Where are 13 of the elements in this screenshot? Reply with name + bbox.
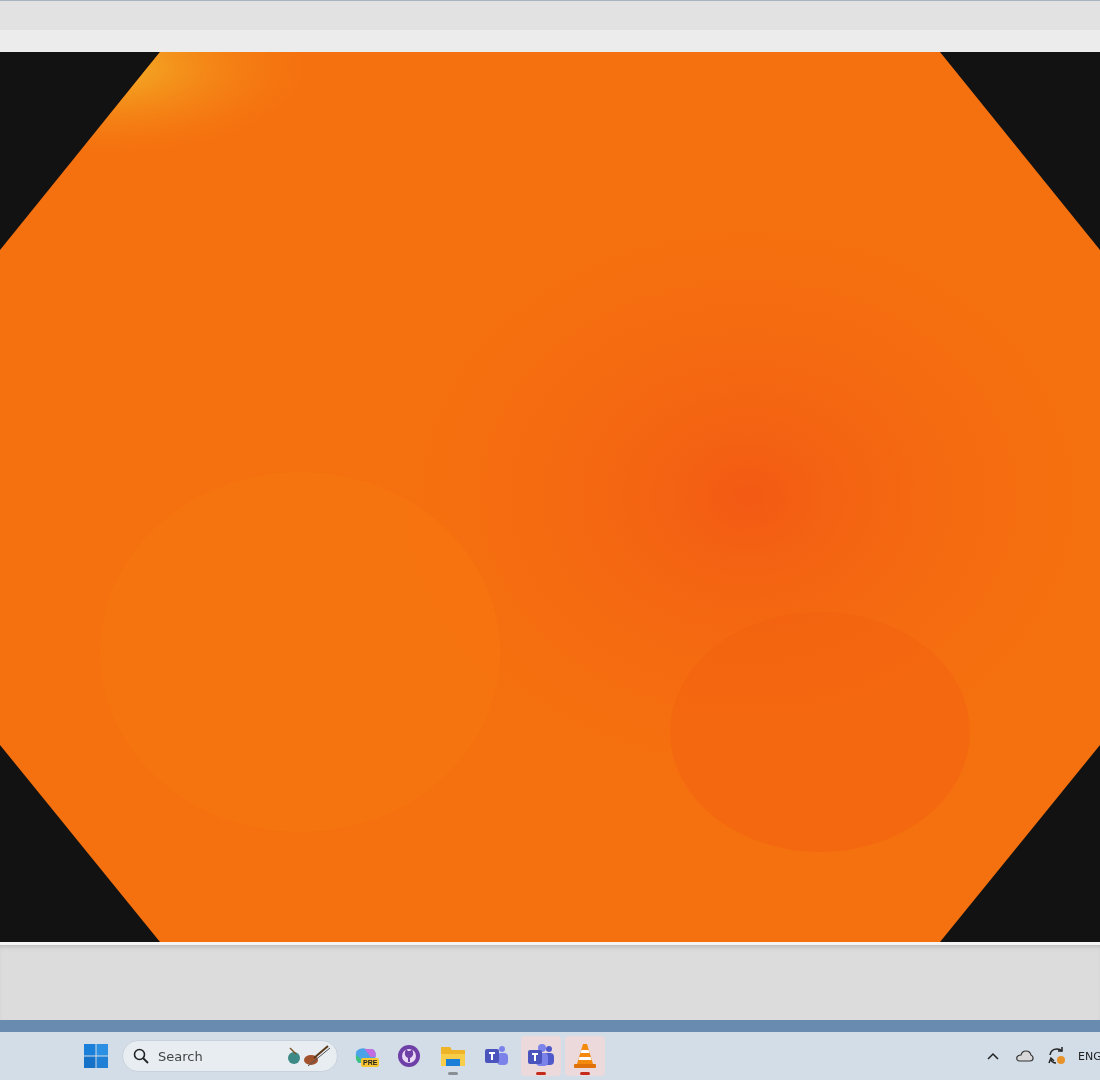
folder-icon xyxy=(441,1045,465,1067)
search-icon xyxy=(133,1048,149,1064)
language-indicator[interactable]: ENG xyxy=(1078,1049,1100,1063)
cloud-icon xyxy=(1016,1050,1034,1062)
sync-icon xyxy=(1047,1046,1067,1066)
teams-taskbar-button[interactable] xyxy=(521,1036,561,1076)
search-field[interactable]: Search xyxy=(122,1040,338,1072)
traffic-cone-icon xyxy=(573,1043,597,1069)
vlc-taskbar-button[interactable] xyxy=(565,1036,605,1076)
chevron-up-icon xyxy=(987,1052,999,1060)
teams-icon xyxy=(484,1044,510,1068)
windows-icon xyxy=(84,1044,108,1068)
teams-icon xyxy=(527,1044,555,1068)
